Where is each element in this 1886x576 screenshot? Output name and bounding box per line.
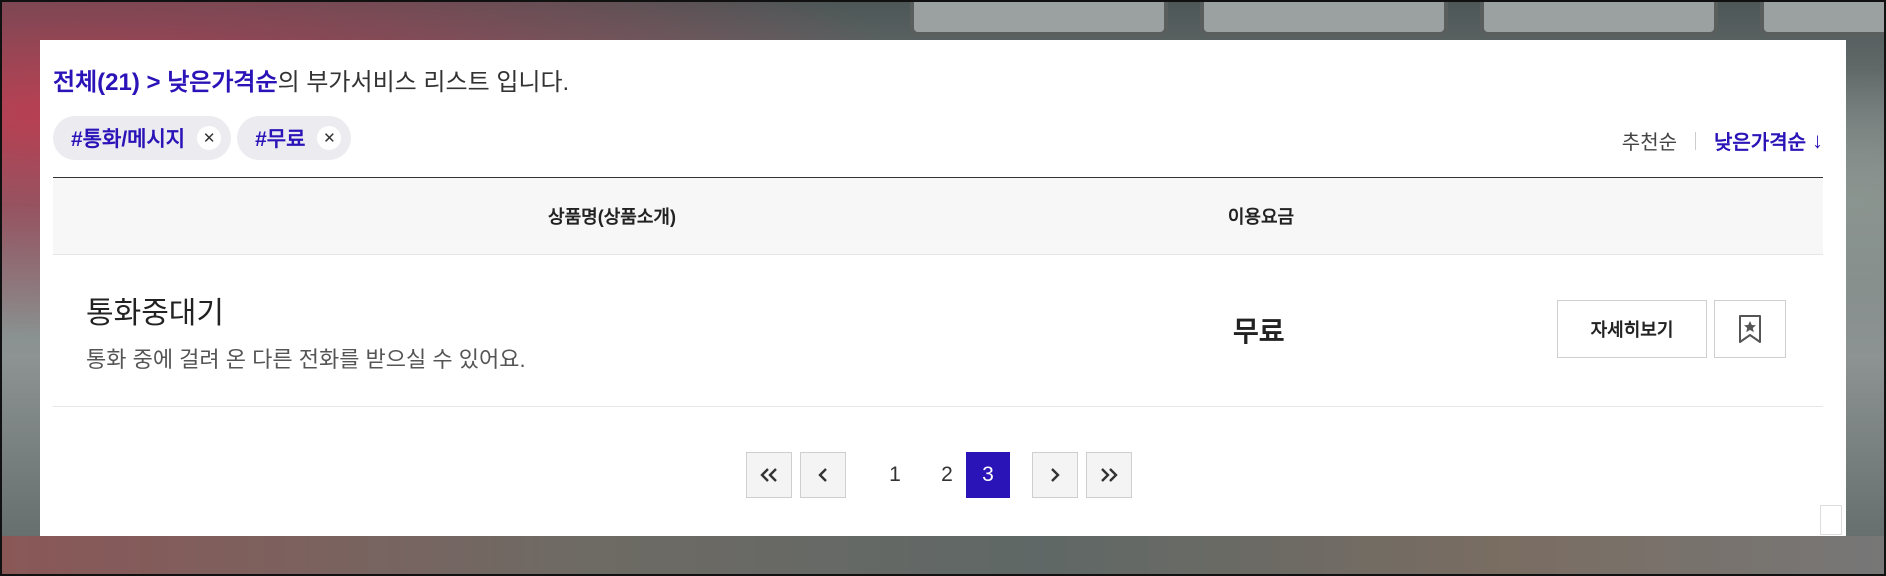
filter-chip-label: #무료 xyxy=(255,128,306,151)
table-header: 상품명(상품소개) 이용요금 xyxy=(53,177,1823,255)
service-list-panel: 전체(21) > 낮은가격순의 부가서비스 리스트 입니다. #통화/메시지 ✕… xyxy=(40,40,1846,536)
table-row: 통화중대기 통화 중에 걸려 온 다른 전화를 받으실 수 있어요. 무료 자세… xyxy=(53,254,1823,407)
header-product: 상품명(상품소개) xyxy=(548,207,676,227)
prev-page-button[interactable] xyxy=(800,452,846,498)
sort-recommended[interactable]: 추천순 xyxy=(1622,126,1677,155)
bookmark-star-icon xyxy=(1739,315,1761,343)
detail-button[interactable]: 자세히보기 xyxy=(1557,300,1707,358)
filter-chip-free: #무료 ✕ xyxy=(237,116,352,160)
page-3-current[interactable]: 3 xyxy=(966,452,1010,498)
last-page-button[interactable] xyxy=(1086,452,1132,498)
filter-path: 전체(21) > 낮은가격순 xyxy=(53,69,278,96)
summary-suffix: 의 부가서비스 리스트 입니다. xyxy=(277,69,570,96)
header-fee: 이용요금 xyxy=(1227,207,1295,227)
service-description: 통화 중에 걸려 온 다른 전화를 받으실 수 있어요. xyxy=(86,347,526,372)
sort-options: 추천순 낮은가격순 ↓ xyxy=(1622,126,1823,155)
chevron-right-icon xyxy=(1051,468,1060,482)
first-page-button[interactable] xyxy=(746,452,792,498)
close-icon[interactable]: ✕ xyxy=(317,126,342,150)
scroll-top-button[interactable] xyxy=(1820,505,1842,535)
sort-divider xyxy=(1695,131,1696,150)
arrow-down-icon: ↓ xyxy=(1812,127,1823,153)
filter-chips: #통화/메시지 ✕ #무료 ✕ xyxy=(53,116,352,160)
result-summary: 전체(21) > 낮은가격순의 부가서비스 리스트 입니다. xyxy=(53,62,569,97)
filter-chip-call-message: #통화/메시지 ✕ xyxy=(53,116,232,160)
chevron-left-icon xyxy=(818,468,827,482)
service-price: 무료 xyxy=(1233,316,1285,347)
double-chevron-right-icon xyxy=(1101,468,1118,482)
sort-low-price[interactable]: 낮은가격순 xyxy=(1714,126,1806,155)
page-1[interactable]: 1 xyxy=(873,452,917,498)
double-chevron-left-icon xyxy=(760,468,777,482)
service-name[interactable]: 통화중대기 xyxy=(86,288,224,332)
bookmark-button[interactable] xyxy=(1714,300,1786,358)
page-2[interactable]: 2 xyxy=(925,452,969,498)
filter-chip-label: #통화/메시지 xyxy=(71,128,186,151)
next-page-button[interactable] xyxy=(1032,452,1078,498)
close-icon[interactable]: ✕ xyxy=(197,126,222,150)
